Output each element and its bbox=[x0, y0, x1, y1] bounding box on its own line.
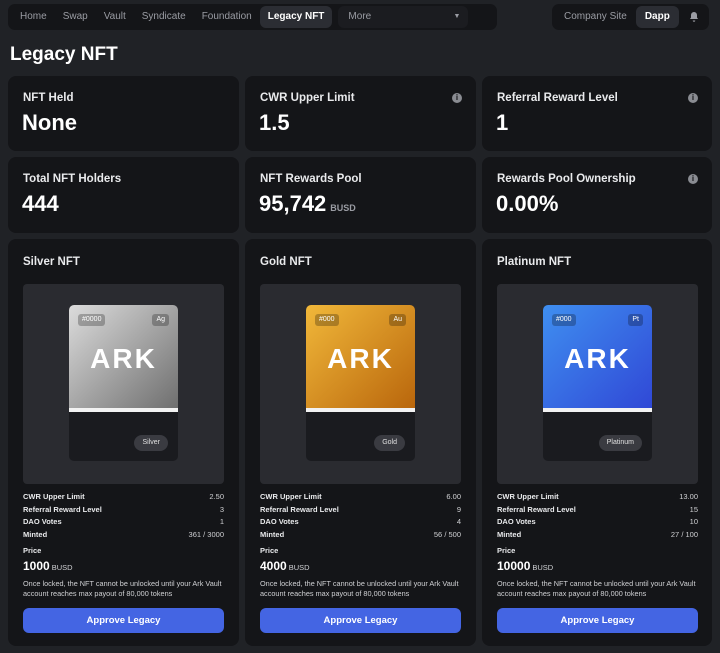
stat-card-nft-held: NFT Held None bbox=[8, 76, 239, 151]
stat-card-total-nft-holders: Total NFT Holders 444 bbox=[8, 157, 239, 233]
nav-swap[interactable]: Swap bbox=[55, 6, 96, 28]
nav-syndicate[interactable]: Syndicate bbox=[134, 6, 194, 28]
nft-symbol: Au bbox=[389, 314, 406, 326]
page-title: Legacy NFT bbox=[10, 44, 118, 65]
detail-row: Referral Reward Level 9 bbox=[260, 504, 461, 514]
dapp-tab[interactable]: Dapp bbox=[635, 6, 679, 28]
price-label: Price bbox=[260, 546, 279, 555]
nft-id-tag: #000 bbox=[552, 314, 576, 326]
site-switcher: Company Site Dapp bbox=[552, 4, 709, 30]
detail-row: Referral Reward Level 15 bbox=[497, 504, 698, 514]
nft-details: CWR Upper Limit 13.00 Referral Reward Lev… bbox=[497, 491, 698, 542]
stat-card-rewards-pool-ownership: Rewards Pool Ownership i 0.00% bbox=[482, 157, 712, 233]
detail-row: CWR Upper Limit 2.50 bbox=[23, 492, 224, 501]
stat-value: 1.5 bbox=[259, 110, 290, 135]
nft-preview: #000 Au ARK Gold bbox=[260, 284, 461, 484]
stat-label: Referral Reward Level bbox=[497, 92, 618, 104]
detail-row: Referral Reward Level 3 bbox=[23, 504, 224, 514]
lock-note: Once locked, the NFT cannot be unlocked … bbox=[260, 579, 459, 598]
nft-card-silver: Silver NFT #0000 Ag ARK Silver CWR Upper… bbox=[8, 239, 239, 646]
price-label: Price bbox=[23, 546, 42, 555]
main-nav: Home Swap Vault Syndicate Foundation Leg… bbox=[8, 4, 497, 30]
nft-tier-badge: Silver bbox=[134, 435, 168, 451]
detail-row: Minted 361 / 3000 bbox=[23, 530, 224, 540]
nav-foundation[interactable]: Foundation bbox=[194, 6, 260, 28]
stat-card-nft-rewards-pool: NFT Rewards Pool 95,742 BUSD bbox=[245, 157, 476, 233]
bell-icon[interactable] bbox=[683, 6, 706, 28]
stat-label: Rewards Pool Ownership bbox=[497, 173, 636, 185]
lock-note: Once locked, the NFT cannot be unlocked … bbox=[23, 579, 222, 598]
stat-label: NFT Held bbox=[23, 92, 74, 104]
more-label: More bbox=[348, 11, 372, 22]
more-dropdown[interactable]: More ▼ bbox=[338, 6, 469, 28]
nft-card-gold: Gold NFT #000 Au ARK Gold CWR Upper Limi… bbox=[245, 239, 476, 646]
approve-legacy-button[interactable]: Approve Legacy bbox=[260, 608, 461, 633]
detail-row: Minted 56 / 500 bbox=[260, 530, 461, 540]
detail-row: DAO Votes 4 bbox=[260, 517, 461, 527]
price-label: Price bbox=[497, 546, 516, 555]
stat-unit: BUSD bbox=[330, 203, 356, 213]
ark-logo: ARK bbox=[327, 343, 394, 374]
nft-details: CWR Upper Limit 6.00 Referral Reward Leve… bbox=[260, 491, 461, 542]
detail-row: Minted 27 / 100 bbox=[497, 530, 698, 540]
info-icon[interactable]: i bbox=[452, 93, 462, 103]
ark-logo: ARK bbox=[90, 343, 157, 374]
nft-tier-badge: Gold bbox=[374, 435, 405, 451]
approve-legacy-button[interactable]: Approve Legacy bbox=[497, 608, 698, 633]
stat-value: 95,742 BUSD bbox=[259, 191, 356, 216]
nft-image: #000 Pt ARK Platinum bbox=[543, 305, 652, 461]
ark-logo: ARK bbox=[564, 343, 631, 374]
nft-symbol: Pt bbox=[628, 314, 643, 326]
chevron-down-icon: ▼ bbox=[453, 13, 461, 20]
nft-divider bbox=[543, 408, 652, 412]
stat-value: None bbox=[22, 110, 77, 135]
nft-preview: #0000 Ag ARK Silver bbox=[23, 284, 224, 484]
detail-row: DAO Votes 10 bbox=[497, 517, 698, 527]
nft-image: #000 Au ARK Gold bbox=[306, 305, 415, 461]
nft-divider bbox=[69, 408, 178, 412]
nft-details: CWR Upper Limit 2.50 Referral Reward Leve… bbox=[23, 491, 224, 542]
price-value: 10000 BUSD bbox=[497, 559, 554, 573]
nav-vault[interactable]: Vault bbox=[96, 6, 134, 28]
detail-row: CWR Upper Limit 13.00 bbox=[497, 492, 698, 501]
nft-id-tag: #000 bbox=[315, 314, 339, 326]
nav-legacy-nft[interactable]: Legacy NFT bbox=[259, 6, 333, 28]
stat-value: 1 bbox=[496, 110, 509, 135]
top-navigation: Home Swap Vault Syndicate Foundation Leg… bbox=[0, 0, 720, 34]
nft-title: Platinum NFT bbox=[497, 256, 572, 268]
stat-value: 444 bbox=[22, 191, 59, 216]
nft-preview: #000 Pt ARK Platinum bbox=[497, 284, 698, 484]
approve-legacy-button[interactable]: Approve Legacy bbox=[23, 608, 224, 633]
nft-divider bbox=[306, 408, 415, 412]
lock-note: Once locked, the NFT cannot be unlocked … bbox=[497, 579, 696, 598]
stat-label: CWR Upper Limit bbox=[260, 92, 355, 104]
nft-card-platinum: Platinum NFT #000 Pt ARK Platinum CWR Up… bbox=[482, 239, 712, 646]
nft-title: Silver NFT bbox=[23, 256, 80, 268]
detail-row: CWR Upper Limit 6.00 bbox=[260, 492, 461, 501]
nft-tier-badge: Platinum bbox=[598, 435, 642, 451]
stat-card-cwr-upper-limit: CWR Upper Limit i 1.5 bbox=[245, 76, 476, 151]
stat-value: 0.00% bbox=[496, 191, 559, 216]
price-value: 4000 BUSD bbox=[260, 559, 310, 573]
nav-home[interactable]: Home bbox=[12, 6, 55, 28]
nft-symbol: Ag bbox=[152, 314, 169, 326]
stat-card-referral-reward-level: Referral Reward Level i 1 bbox=[482, 76, 712, 151]
stat-label: Total NFT Holders bbox=[23, 173, 122, 185]
nft-id-tag: #0000 bbox=[78, 314, 106, 326]
price-value: 1000 BUSD bbox=[23, 559, 73, 573]
detail-row: DAO Votes 1 bbox=[23, 517, 224, 527]
info-icon[interactable]: i bbox=[688, 174, 698, 184]
nft-title: Gold NFT bbox=[260, 256, 312, 268]
company-site-link[interactable]: Company Site bbox=[555, 6, 636, 28]
info-icon[interactable]: i bbox=[688, 93, 698, 103]
nft-image: #0000 Ag ARK Silver bbox=[69, 305, 178, 461]
stat-label: NFT Rewards Pool bbox=[260, 173, 362, 185]
